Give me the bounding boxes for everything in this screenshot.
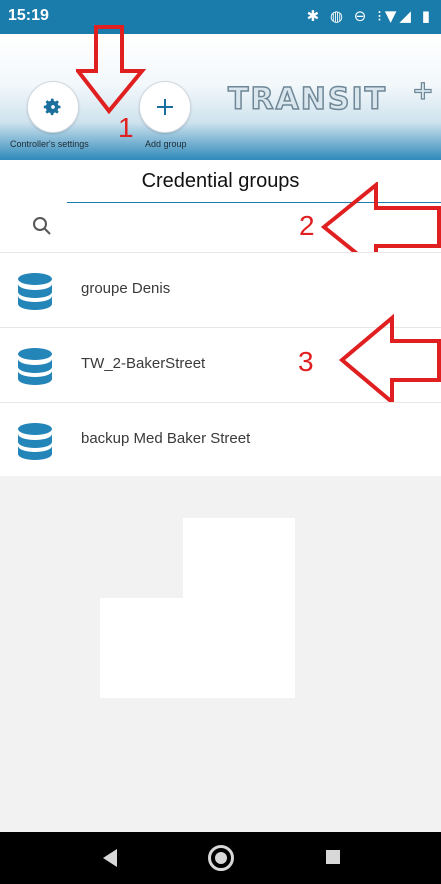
recents-icon[interactable] bbox=[326, 850, 340, 864]
group-name: TW_2-BakerStreet bbox=[81, 355, 206, 372]
gear-icon bbox=[43, 98, 61, 116]
credential-group-list: groupe Denis TW_2-BakerStreet 3 backup M… bbox=[0, 252, 441, 477]
search-input[interactable] bbox=[66, 210, 330, 244]
transit-logo: TRANSIT bbox=[227, 81, 388, 118]
annotation-number-2: 2 bbox=[299, 210, 315, 241]
status-icons: ✱ ◍ ⊖ ⁝▼◢ ▮ bbox=[306, 7, 433, 25]
controller-settings-label: Controller's settings bbox=[10, 139, 89, 149]
database-icon bbox=[18, 423, 52, 460]
back-icon[interactable] bbox=[103, 849, 117, 867]
list-item[interactable]: backup Med Baker Street bbox=[0, 402, 441, 477]
home-icon[interactable] bbox=[208, 845, 234, 871]
group-name: backup Med Baker Street bbox=[81, 430, 251, 447]
transit-logo-plus: + bbox=[411, 75, 434, 106]
controller-settings-button[interactable] bbox=[27, 81, 79, 133]
database-icon bbox=[18, 273, 52, 310]
plus-icon bbox=[157, 99, 173, 115]
annotation-arrow-3 bbox=[338, 314, 441, 406]
annotation-arrow-1 bbox=[76, 25, 146, 115]
group-name: groupe Denis bbox=[81, 280, 171, 297]
status-time: 15:19 bbox=[8, 7, 49, 24]
search-bar: 2 bbox=[0, 182, 441, 274]
app-header: Controller's settings Add group TRANSIT … bbox=[0, 25, 441, 160]
navigation-bar bbox=[0, 832, 441, 884]
annotation-number-1: 1 bbox=[118, 112, 134, 143]
status-bar: 15:19 ✱ ◍ ⊖ ⁝▼◢ ▮ bbox=[0, 0, 441, 34]
search-icon[interactable] bbox=[32, 216, 52, 236]
add-group-button[interactable] bbox=[139, 81, 191, 133]
database-icon bbox=[18, 348, 52, 385]
list-item[interactable]: TW_2-BakerStreet 3 bbox=[0, 314, 441, 406]
add-group-label: Add group bbox=[145, 139, 187, 149]
blank-panel bbox=[100, 598, 295, 698]
annotation-number-3: 3 bbox=[298, 346, 314, 377]
